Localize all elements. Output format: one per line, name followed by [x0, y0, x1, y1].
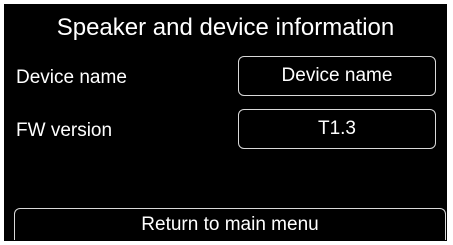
page-title: Speaker and device information: [56, 14, 395, 41]
device-name-label: Device name: [16, 67, 127, 88]
device-info-screen: Speaker and device information Device na…: [4, 4, 447, 241]
device-name-value: Device name: [281, 65, 393, 86]
return-to-main-menu-button[interactable]: Return to main menu: [14, 208, 446, 240]
return-button-label: Return to main menu: [141, 213, 319, 235]
fw-version-value: T1.3: [317, 118, 357, 139]
fw-version-label: FW version: [16, 120, 113, 141]
fw-version-field: T1.3: [238, 109, 436, 149]
device-name-field[interactable]: Device name: [238, 56, 436, 96]
